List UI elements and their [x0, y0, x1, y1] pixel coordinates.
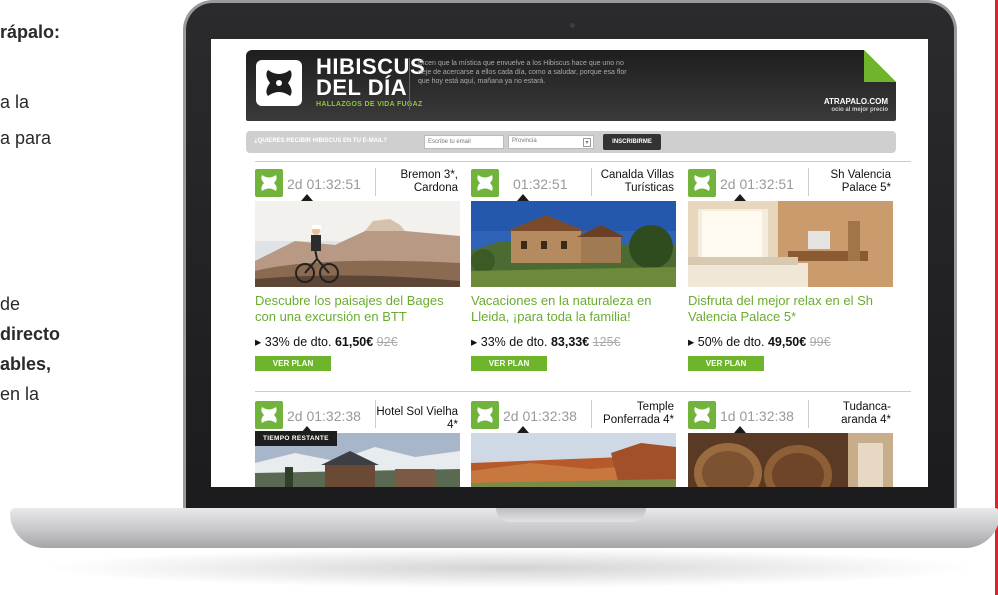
subscribe-button[interactable]: INSCRIBIRME [603, 134, 661, 150]
deal-header: 01:32:51 Canalda Villas Turísticas [471, 164, 676, 198]
deal-header: 2d 01:32:38 Temple Ponferrada 4* [471, 396, 676, 430]
old-price: 125€ [592, 335, 621, 349]
countdown-timer: 1d 01:32:38 [720, 408, 794, 424]
brand-logo[interactable]: ATRAPALO.COM ocio al mejor precio [824, 97, 888, 115]
site-description: Dicen que la mística que envuelve a los … [418, 60, 627, 85]
old-price: 92€ [376, 335, 398, 349]
deal-photo[interactable] [255, 201, 460, 287]
caret-icon [734, 426, 746, 433]
laptop-screen: HIBISCUS DEL DÍA HALLAZGOS DE VIDA FUGAZ… [211, 39, 928, 487]
article-line: a para [0, 128, 52, 148]
subscribe-bar: ¿QUIERES RECIBIR HIBISCUS EN TU E-MAIL? … [246, 131, 896, 153]
deal-photo[interactable] [688, 433, 893, 487]
hotel-name[interactable]: Temple Ponferrada 4* [592, 401, 674, 427]
countdown-timer: 2d 01:32:51 [720, 176, 794, 192]
deal-title[interactable]: Descubre los paisajes del Bages con una … [255, 293, 460, 325]
ver-plan-button[interactable]: VER PLAN [471, 356, 547, 371]
article-line: ables, [0, 354, 52, 374]
deal-header: 2d 01:32:51 Sh Valencia Palace 5* [688, 164, 893, 198]
laptop-notch [496, 508, 646, 522]
header-divider [409, 58, 410, 110]
site-tagline: HALLAZGOS DE VIDA FUGAZ [316, 101, 423, 108]
countdown-timer: 2d 01:32:51 [287, 176, 361, 192]
article-line: de [0, 294, 21, 314]
hotel-name[interactable]: Bremon 3*, Cardona [376, 169, 458, 195]
countdown-timer: 2d 01:32:38 [287, 408, 361, 424]
article-line: en la [0, 384, 40, 404]
divider [255, 391, 911, 392]
province-select[interactable]: Provincia ▾ [508, 135, 594, 149]
deal-title[interactable]: Disfruta del mejor relax en el Sh Valenc… [688, 293, 893, 325]
countdown-timer: 01:32:51 [513, 176, 568, 192]
deal-card[interactable]: 1d 01:32:38 Tudanca-aranda 4* [688, 396, 893, 487]
ver-plan-button[interactable]: VER PLAN [255, 356, 331, 371]
deal-card[interactable]: 2d 01:32:51 Bremon 3*, Cardona Descubre … [255, 164, 460, 374]
deal-card[interactable]: 2d 01:32:38 Temple Ponferrada 4* [471, 396, 676, 487]
deal-title[interactable]: Vacaciones en la naturaleza en Lleida, ¡… [471, 293, 676, 325]
tooltip: TIEMPO RESTANTE [255, 431, 337, 446]
deal-price: ▸ 33% de dto. 61,50€ 92€ [255, 335, 398, 349]
deal-header: 1d 01:32:38 Tudanca-aranda 4* [688, 396, 893, 430]
hotel-name[interactable]: Tudanca-aranda 4* [809, 401, 891, 427]
old-price: 99€ [809, 335, 831, 349]
caret-icon [301, 194, 313, 201]
article-line: rápalo: [0, 22, 61, 42]
divider [255, 161, 911, 162]
discount-text: 33% de dto. [480, 335, 548, 349]
hibiscus-icon [255, 169, 283, 197]
subscribe-label: ¿QUIERES RECIBIR HIBISCUS EN TU E-MAIL? [254, 138, 388, 144]
hibiscus-icon [688, 401, 716, 429]
hibiscus-logo-icon[interactable] [256, 60, 302, 106]
hibiscus-icon [255, 401, 283, 429]
caret-icon [734, 194, 746, 201]
price-value: 49,50€ [767, 335, 807, 349]
price-value: 83,33€ [550, 335, 590, 349]
article-line: directo [0, 324, 61, 344]
site-header: HIBISCUS DEL DÍA HALLAZGOS DE VIDA FUGAZ… [246, 50, 896, 121]
deal-photo[interactable] [471, 433, 676, 487]
ver-plan-button[interactable]: VER PLAN [688, 356, 764, 371]
deal-photo[interactable] [688, 201, 893, 287]
discount-text: 50% de dto. [697, 335, 765, 349]
deal-header: 2d 01:32:38 Hotel Sol Vielha 4* [255, 396, 460, 432]
hotel-name[interactable]: Sh Valencia Palace 5* [809, 169, 891, 195]
hotel-name[interactable]: Hotel Sol Vielha 4* [376, 406, 458, 432]
deal-card[interactable]: 01:32:51 Canalda Villas Turísticas Vacac… [471, 164, 676, 374]
stage: rápalo: a la a para de directo ables, en… [0, 0, 998, 595]
email-input[interactable]: Escribe tu email [424, 135, 504, 149]
hibiscus-icon [688, 169, 716, 197]
price-value: 61,50€ [334, 335, 374, 349]
article-line: a la [0, 92, 30, 112]
brand-name: ATRAPALO.COM [823, 97, 888, 106]
article-text: rápalo: a la a para de directo ables, en… [0, 0, 170, 595]
deal-card[interactable]: 2d 01:32:51 Sh Valencia Palace 5* Disfru… [688, 164, 893, 374]
hibiscus-icon [471, 401, 499, 429]
deal-price: ▸ 50% de dto. 49,50€ 99€ [688, 335, 831, 349]
deal-photo[interactable] [471, 201, 676, 287]
discount-text: 33% de dto. [264, 335, 332, 349]
hibiscus-icon [471, 169, 499, 197]
deal-price: ▸ 33% de dto. 83,33€ 125€ [471, 335, 621, 349]
hotel-name[interactable]: Canalda Villas Turísticas [592, 169, 674, 195]
caret-icon [517, 426, 529, 433]
caret-icon [517, 194, 529, 201]
laptop-shadow [40, 548, 980, 588]
deal-header: 2d 01:32:51 Bremon 3*, Cardona [255, 164, 460, 198]
brand-tagline: ocio al mejor precio [831, 107, 888, 113]
camera-icon [570, 23, 575, 28]
chevron-down-icon: ▾ [583, 138, 591, 147]
corner-fold-icon [864, 50, 896, 82]
province-value: Provincia [512, 138, 537, 144]
countdown-timer: 2d 01:32:38 [503, 408, 577, 424]
